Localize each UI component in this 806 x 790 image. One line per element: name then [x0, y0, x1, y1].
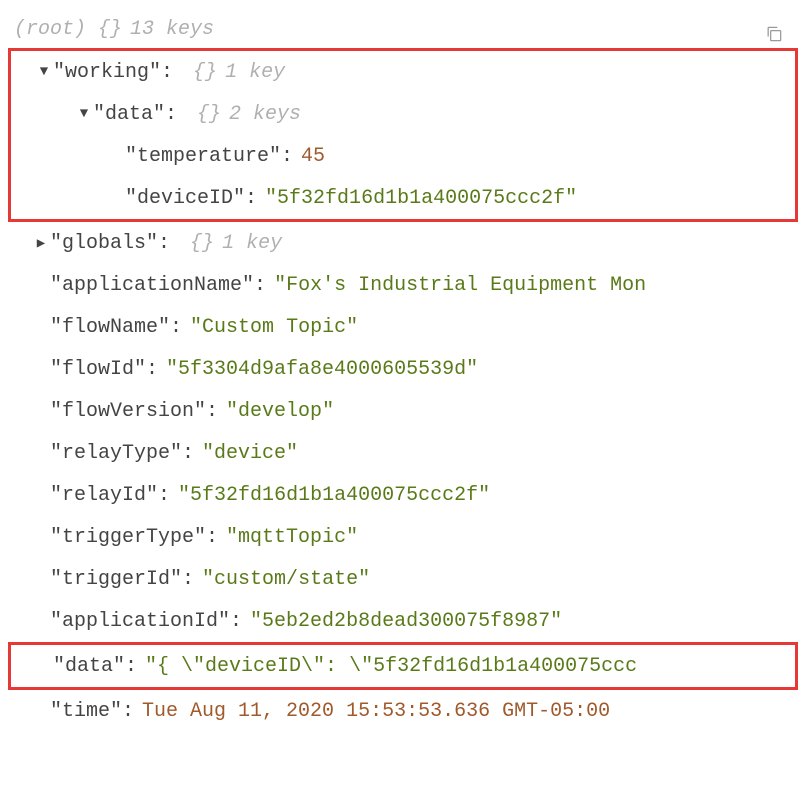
- triggertype-value: "mqttTopic": [226, 526, 358, 549]
- relaytype-value: "device": [202, 442, 298, 465]
- time-node[interactable]: "time" : Tue Aug 11, 2020 15:53:53.636 G…: [8, 690, 798, 732]
- flowname-key: "flowName": [50, 316, 170, 339]
- applicationname-key: "applicationName": [50, 274, 254, 297]
- flowname-node[interactable]: "flowName" : "Custom Topic": [8, 306, 798, 348]
- root-count: 13 keys: [130, 18, 214, 41]
- colon: :: [254, 274, 266, 297]
- triggerid-value: "custom/state": [202, 568, 370, 591]
- flowversion-key: "flowVersion": [50, 400, 206, 423]
- temperature-node[interactable]: "temperature" : 45: [11, 135, 795, 177]
- globals-count: 1 key: [222, 232, 282, 255]
- relayid-key: "relayId": [50, 484, 158, 507]
- relayid-node[interactable]: "relayId" : "5f32fd16d1b1a400075ccc2f": [8, 474, 798, 516]
- applicationid-node[interactable]: "applicationId" : "5eb2ed2b8dead300075f8…: [8, 600, 798, 642]
- applicationname-value: "Fox's Industrial Equipment Mon: [274, 274, 646, 297]
- working-data-key: "data": [93, 103, 165, 126]
- highlight-data: "data" : "{ \"deviceID\": \"5f32fd16d1b1…: [8, 642, 798, 690]
- colon: :: [206, 526, 218, 549]
- globals-node[interactable]: "globals" : {} 1 key: [8, 222, 798, 264]
- applicationname-node[interactable]: "applicationName" : "Fox's Industrial Eq…: [8, 264, 798, 306]
- deviceid-key: "deviceID": [125, 187, 245, 210]
- chevron-down-icon[interactable]: [35, 64, 53, 80]
- working-brace: {}: [193, 61, 217, 84]
- colon: :: [125, 655, 137, 678]
- root-brace: {}: [98, 18, 122, 41]
- copy-icon[interactable]: [764, 24, 784, 51]
- globals-brace: {}: [190, 232, 214, 255]
- working-data-node[interactable]: "data" : {} 2 keys: [11, 93, 795, 135]
- deviceid-value: "5f32fd16d1b1a400075ccc2f": [265, 187, 577, 210]
- root-label: (root): [14, 18, 86, 41]
- working-count: 1 key: [225, 61, 285, 84]
- chevron-down-icon[interactable]: [75, 106, 93, 122]
- relaytype-node[interactable]: "relayType" : "device": [8, 432, 798, 474]
- colon: :: [170, 316, 182, 339]
- working-data-brace: {}: [197, 103, 221, 126]
- globals-key: "globals": [50, 232, 158, 255]
- flowid-value: "5f3304d9afa8e4000605539d": [166, 358, 478, 381]
- flowname-value: "Custom Topic": [190, 316, 358, 339]
- triggerid-node[interactable]: "triggerId" : "custom/state": [8, 558, 798, 600]
- colon: :: [165, 103, 177, 126]
- colon: :: [161, 61, 173, 84]
- applicationid-key: "applicationId": [50, 610, 230, 633]
- colon: :: [158, 232, 170, 255]
- root-node[interactable]: (root) {} 13 keys: [8, 8, 798, 50]
- temperature-key: "temperature": [125, 145, 281, 168]
- relaytype-key: "relayType": [50, 442, 182, 465]
- colon: :: [158, 484, 170, 507]
- applicationid-value: "5eb2ed2b8dead300075f8987": [250, 610, 562, 633]
- colon: :: [182, 568, 194, 591]
- data-key: "data": [53, 655, 125, 678]
- colon: :: [146, 358, 158, 381]
- triggerid-key: "triggerId": [50, 568, 182, 591]
- working-key: "working": [53, 61, 161, 84]
- time-value: Tue Aug 11, 2020 15:53:53.636 GMT-05:00: [142, 700, 610, 723]
- highlight-working: "working" : {} 1 key "data" : {} 2 keys …: [8, 48, 798, 222]
- colon: :: [206, 400, 218, 423]
- colon: :: [182, 442, 194, 465]
- deviceid-node[interactable]: "deviceID" : "5f32fd16d1b1a400075ccc2f": [11, 177, 795, 219]
- flowversion-node[interactable]: "flowVersion" : "develop": [8, 390, 798, 432]
- colon: :: [245, 187, 257, 210]
- working-node[interactable]: "working" : {} 1 key: [11, 51, 795, 93]
- relayid-value: "5f32fd16d1b1a400075ccc2f": [178, 484, 490, 507]
- colon: :: [281, 145, 293, 168]
- triggertype-key: "triggerType": [50, 526, 206, 549]
- temperature-value: 45: [301, 145, 325, 168]
- chevron-right-icon[interactable]: [32, 235, 50, 252]
- flowid-key: "flowId": [50, 358, 146, 381]
- data-node[interactable]: "data" : "{ \"deviceID\": \"5f32fd16d1b1…: [11, 645, 795, 687]
- flowid-node[interactable]: "flowId" : "5f3304d9afa8e4000605539d": [8, 348, 798, 390]
- colon: :: [122, 700, 134, 723]
- triggertype-node[interactable]: "triggerType" : "mqttTopic": [8, 516, 798, 558]
- time-key: "time": [50, 700, 122, 723]
- working-data-count: 2 keys: [229, 103, 301, 126]
- colon: :: [230, 610, 242, 633]
- flowversion-value: "develop": [226, 400, 334, 423]
- data-value: "{ \"deviceID\": \"5f32fd16d1b1a400075cc…: [145, 655, 637, 678]
